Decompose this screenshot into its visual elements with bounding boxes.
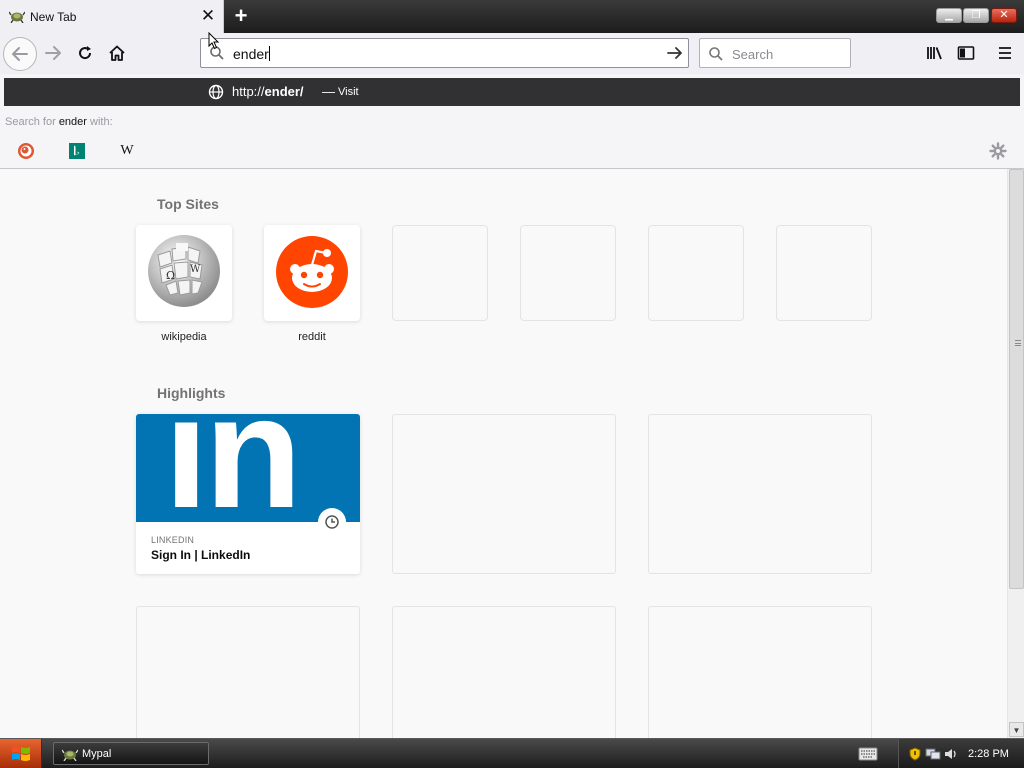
suggestion-action: Visit bbox=[338, 86, 359, 98]
globe-icon bbox=[208, 84, 224, 100]
reload-button[interactable] bbox=[70, 39, 100, 67]
taskbar-item-label: Mypal bbox=[82, 748, 112, 760]
top-sites-heading: Top Sites bbox=[157, 196, 219, 212]
highlight-source: LINKEDIN bbox=[151, 535, 195, 545]
search-icon bbox=[709, 47, 723, 61]
scrollbar-thumb[interactable] bbox=[1009, 169, 1024, 589]
tab-title: New Tab bbox=[30, 10, 77, 24]
tab-new-tab[interactable]: New Tab ✕ bbox=[0, 0, 224, 33]
close-tab-icon[interactable]: ✕ bbox=[199, 6, 217, 26]
highlight-placeholder bbox=[392, 606, 616, 738]
wikipedia-icon: W bbox=[120, 143, 134, 158]
home-button[interactable] bbox=[102, 39, 132, 67]
one-off-search-engines: W bbox=[0, 138, 1024, 164]
suggestion-url-prefix: http:// bbox=[232, 84, 265, 99]
library-icon bbox=[927, 47, 942, 60]
gear-icon[interactable] bbox=[989, 142, 1007, 160]
suggestion-visit-row[interactable]: http://ender/ — Visit bbox=[4, 78, 1020, 106]
highlight-placeholder bbox=[648, 606, 872, 738]
highlight-placeholder bbox=[136, 606, 360, 738]
sidebar-icon bbox=[957, 46, 975, 60]
bing-icon bbox=[69, 143, 85, 159]
arrow-left-icon bbox=[12, 47, 28, 61]
taskbar-item-mypal[interactable]: Mypal bbox=[53, 742, 209, 765]
search-bar[interactable]: Search bbox=[699, 38, 851, 68]
top-site-reddit[interactable] bbox=[264, 225, 360, 321]
scrollbar-grip bbox=[1015, 340, 1021, 346]
highlight-title: Sign In | LinkedIn bbox=[151, 548, 251, 562]
minimize-window-button[interactable]: ▁ bbox=[936, 8, 962, 23]
scroll-down-arrow-icon[interactable]: ▼ bbox=[1009, 722, 1024, 737]
search-placeholder: Search bbox=[732, 47, 774, 62]
top-site-placeholder[interactable] bbox=[392, 225, 488, 321]
highlights-heading: Highlights bbox=[157, 385, 226, 401]
menu-button[interactable] bbox=[990, 39, 1020, 67]
url-suggestion-popup: http://ender/ — Visit Search for ender w… bbox=[0, 74, 1024, 169]
top-site-placeholder[interactable] bbox=[776, 225, 872, 321]
svg-text:Ω: Ω bbox=[166, 269, 175, 282]
search-with-label: Search for ender with: bbox=[5, 116, 113, 128]
clock-icon bbox=[318, 508, 346, 536]
reddit-alien-icon bbox=[276, 236, 348, 308]
arrow-right-icon bbox=[45, 46, 61, 60]
new-tab-button[interactable]: + bbox=[229, 3, 253, 29]
highlight-placeholder bbox=[392, 414, 616, 574]
url-input-value: ender bbox=[233, 46, 269, 62]
taskbar-clock: 2:28 PM bbox=[968, 748, 1009, 760]
top-site-placeholder[interactable] bbox=[648, 225, 744, 321]
start-button[interactable] bbox=[0, 739, 42, 768]
url-input[interactable]: ender bbox=[233, 46, 270, 62]
forward-button[interactable] bbox=[38, 39, 68, 67]
vertical-scrollbar[interactable]: ▼ bbox=[1007, 169, 1024, 738]
navigation-toolbar: ender Search bbox=[0, 33, 1024, 74]
suggestion-url-match: ender/ bbox=[264, 84, 304, 99]
tab-strip: New Tab ✕ + ▁ ❐ ✕ bbox=[0, 0, 1024, 33]
duckduckgo-icon bbox=[18, 143, 34, 159]
keyboard-icon[interactable] bbox=[858, 745, 878, 762]
wikipedia-engine-button[interactable]: W bbox=[118, 142, 136, 160]
library-button[interactable] bbox=[920, 39, 950, 67]
home-icon bbox=[109, 45, 125, 61]
close-window-button[interactable]: ✕ bbox=[991, 8, 1017, 23]
windows-logo-icon bbox=[11, 746, 30, 761]
highlight-placeholder bbox=[648, 414, 872, 574]
top-site-label: reddit bbox=[298, 331, 326, 343]
mypal-app-icon bbox=[62, 749, 78, 761]
network-icon[interactable] bbox=[925, 747, 941, 761]
taskbar: Mypal 2:28 PM bbox=[0, 738, 1024, 768]
search-with-term: ender bbox=[58, 116, 87, 128]
svg-text:W: W bbox=[190, 264, 201, 275]
highlight-card-linkedin[interactable]: in LINKEDIN Sign In | LinkedIn bbox=[136, 414, 360, 574]
suggestion-url: http://ender/ bbox=[232, 84, 304, 99]
new-tab-page: Top Sites Ω W wikipedia reddit Highlight… bbox=[0, 169, 1007, 738]
wikipedia-globe-icon: Ω W bbox=[148, 235, 220, 307]
volume-icon[interactable] bbox=[944, 747, 958, 761]
linkedin-logo-text: in bbox=[164, 414, 302, 522]
back-button[interactable] bbox=[3, 37, 37, 71]
top-site-wikipedia[interactable]: Ω W bbox=[136, 225, 232, 321]
mypal-favicon-icon bbox=[9, 11, 25, 23]
mouse-cursor-icon bbox=[208, 32, 220, 50]
security-shield-icon[interactable] bbox=[909, 747, 921, 761]
text-caret bbox=[268, 46, 270, 61]
duckduckgo-engine-button[interactable] bbox=[17, 142, 35, 160]
url-bar[interactable]: ender bbox=[200, 38, 689, 68]
sidebar-toggle-button[interactable] bbox=[951, 39, 981, 67]
top-site-placeholder[interactable] bbox=[520, 225, 616, 321]
hamburger-menu-icon bbox=[999, 47, 1011, 59]
search-with-prefix: Search for bbox=[5, 116, 59, 128]
go-arrow-icon[interactable] bbox=[666, 44, 684, 62]
suggestion-separator: — bbox=[322, 84, 335, 99]
search-with-suffix: with: bbox=[86, 116, 113, 128]
linkedin-hero-image: in bbox=[136, 414, 360, 522]
bing-engine-button[interactable] bbox=[68, 142, 86, 160]
reload-icon bbox=[79, 46, 92, 60]
maximize-window-button[interactable]: ❐ bbox=[963, 8, 989, 23]
top-site-label: wikipedia bbox=[161, 331, 207, 343]
